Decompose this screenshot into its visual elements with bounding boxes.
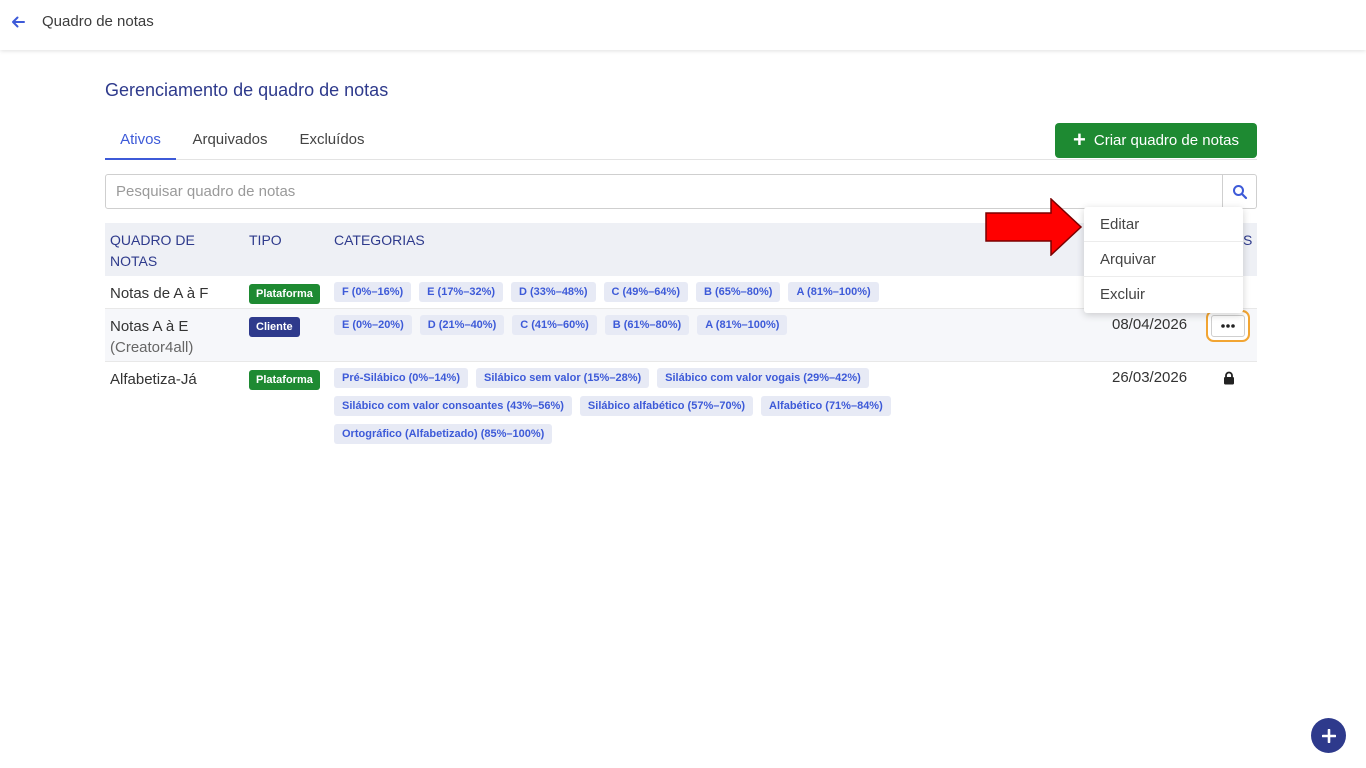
category-chip: B (65%–80%) (695, 282, 781, 302)
category-chip: Alfabético (71%–84%) (761, 396, 891, 416)
tab-excluidos[interactable]: Excluídos (297, 122, 367, 160)
create-gradebook-button[interactable]: + Criar quadro de notas (1055, 123, 1257, 158)
row-actions-menu: Editar Arquivar Excluir (1084, 207, 1243, 313)
plus-icon (1321, 728, 1336, 743)
menu-item-edit[interactable]: Editar (1084, 207, 1243, 242)
category-chip: C (41%–60%) (512, 315, 597, 335)
category-chip: F (0%–16%) (334, 282, 412, 302)
header-name: QUADRO DE NOTAS (110, 232, 195, 269)
menu-item-archive[interactable]: Arquivar (1084, 242, 1243, 277)
category-chip: B (61%–80%) (604, 315, 690, 335)
category-chip: E (17%–32%) (419, 282, 504, 302)
category-chip: D (21%–40%) (419, 315, 505, 335)
search-bar (105, 174, 1257, 209)
category-list: Pré-Silábico (0%–14%) Silábico sem valor… (334, 368, 914, 444)
back-arrow-icon[interactable] (8, 12, 28, 32)
lock-icon (1222, 371, 1236, 385)
category-chip: Pré-Silábico (0%–14%) (334, 368, 468, 388)
category-chip: Silábico sem valor (15%–28%) (476, 368, 650, 388)
row-name: Notas A à E (Creator4all) (110, 316, 193, 358)
search-button[interactable] (1222, 174, 1257, 209)
row-name: Notas de A à F (110, 285, 209, 302)
table-row: Alfabetiza-Já Plataforma Pré-Silábico (0… (105, 362, 1257, 452)
page-title: Gerenciamento de quadro de notas (105, 80, 389, 100)
header-categories: CATEGORIAS (334, 232, 425, 248)
category-chip: Silábico com valor consoantes (43%–56%) (334, 396, 572, 416)
type-badge: Plataforma (249, 284, 320, 304)
top-bar: Quadro de notas (0, 0, 1366, 50)
tab-arquivados[interactable]: Arquivados (190, 122, 270, 160)
category-chip: C (49%–64%) (603, 282, 688, 302)
type-badge: Cliente (249, 317, 300, 337)
category-chip: E (0%–20%) (334, 315, 412, 335)
row-date: 26/03/2026 (1112, 369, 1188, 386)
row-name-owner: (Creator4all) (110, 339, 194, 356)
plus-icon: + (1073, 126, 1086, 152)
ellipsis-icon (1221, 324, 1235, 328)
header-type: TIPO (249, 232, 282, 248)
topbar-title: Quadro de notas (42, 13, 154, 30)
create-button-label: Criar quadro de notas (1093, 132, 1239, 149)
category-list: E (0%–20%) D (21%–40%) C (41%–60%) B (61… (334, 315, 1094, 335)
category-list: F (0%–16%) E (17%–32%) D (33%–48%) C (49… (334, 282, 1094, 302)
row-date: 08/04/2026 (1112, 316, 1188, 333)
header-actions: S (1243, 232, 1253, 248)
type-badge: Plataforma (249, 370, 320, 390)
category-chip: A (81%–100%) (788, 282, 879, 302)
category-chip: D (33%–48%) (511, 282, 596, 302)
row-name: Alfabetiza-Já (110, 371, 197, 388)
search-icon (1232, 184, 1247, 199)
category-chip: Silábico alfabético (57%–70%) (579, 396, 754, 416)
more-actions-button[interactable] (1211, 315, 1245, 337)
floating-add-button[interactable] (1311, 718, 1346, 753)
tab-ativos[interactable]: Ativos (105, 122, 176, 160)
menu-item-delete[interactable]: Excluir (1084, 277, 1243, 312)
category-chip: A (81%–100%) (697, 315, 788, 335)
annotation-arrow (985, 198, 1083, 256)
row-name-main: Notas A à E (110, 318, 189, 335)
category-chip: Ortográfico (Alfabetizado) (85%–100%) (334, 424, 553, 444)
category-chip: Silábico com valor vogais (29%–42%) (657, 368, 869, 388)
table-row: Notas A à E (Creator4all) Cliente E (0%–… (105, 309, 1257, 362)
